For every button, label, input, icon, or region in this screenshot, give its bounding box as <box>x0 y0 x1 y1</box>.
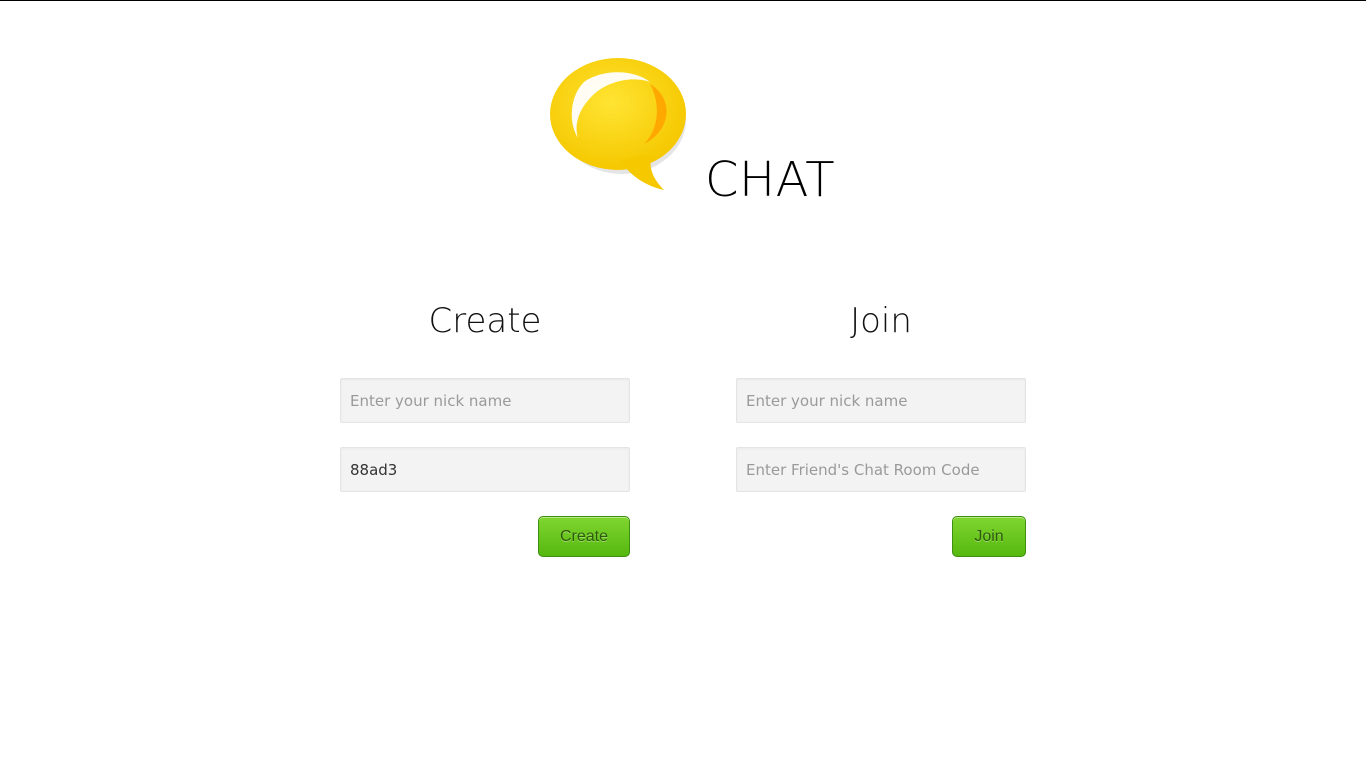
chat-bubble-logo-icon <box>550 58 686 190</box>
create-heading: Create <box>428 301 542 341</box>
join-nickname-input[interactable] <box>736 378 1026 423</box>
join-button[interactable]: Join <box>952 516 1026 557</box>
join-panel: Join Join <box>736 296 1026 557</box>
join-heading: Join <box>850 301 912 341</box>
top-border <box>0 0 1366 1</box>
create-room-code-input[interactable] <box>340 447 630 492</box>
create-nickname-input[interactable] <box>340 378 630 423</box>
join-room-code-input[interactable] <box>736 447 1026 492</box>
create-button[interactable]: Create <box>538 516 630 557</box>
app-title: CHAT <box>705 152 836 208</box>
create-panel: Create Create <box>340 296 630 557</box>
